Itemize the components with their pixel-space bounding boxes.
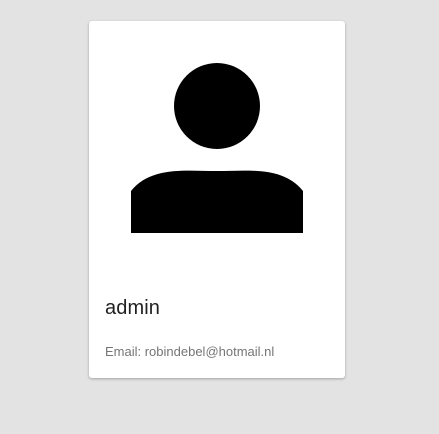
profile-card: admin Email: robindebel@hotmail.nl — [89, 21, 345, 378]
username-title: admin — [105, 297, 160, 319]
email-text: Email: robindebel@hotmail.nl — [105, 344, 275, 359]
person-body-shape — [131, 170, 303, 233]
person-icon — [131, 63, 303, 235]
person-head-shape — [174, 63, 260, 149]
